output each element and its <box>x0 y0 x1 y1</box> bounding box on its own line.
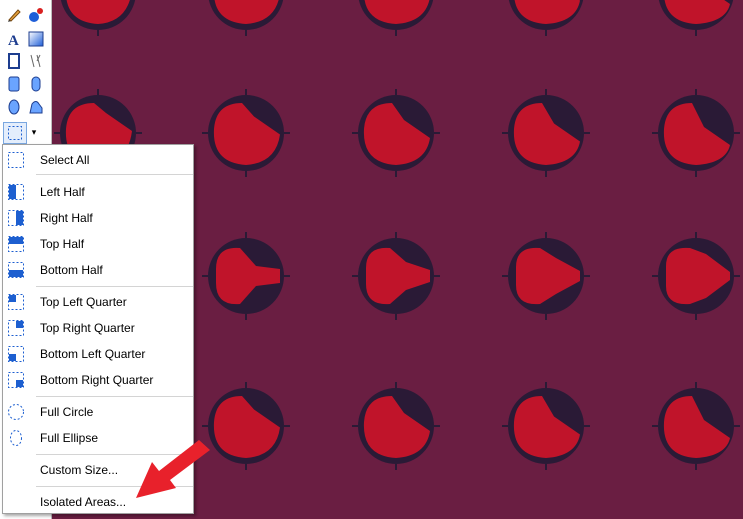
left-half-icon <box>8 184 24 200</box>
menu-item-bottom-right-quarter[interactable]: Bottom Right Quarter <box>3 367 193 393</box>
menu-item-label: Left Half <box>40 185 85 199</box>
menu-separator <box>36 174 193 175</box>
rounded-rect-icon[interactable] <box>4 74 24 94</box>
menu-separator <box>36 396 193 397</box>
color-picker-icon[interactable] <box>26 5 46 25</box>
menu-item-label: Select All <box>40 153 90 167</box>
chevron-down-icon[interactable]: ▾ <box>29 124 39 140</box>
menu-item-top-right-quarter[interactable]: Top Right Quarter <box>3 315 193 341</box>
top-left-quarter-icon <box>8 294 24 310</box>
menu-item-label: Isolated Areas... <box>40 495 127 509</box>
menu-item-full-circle[interactable]: Full Circle <box>3 399 193 425</box>
menu-item-bottom-left-quarter[interactable]: Bottom Left Quarter <box>3 341 193 367</box>
rectangle-outline-icon[interactable] <box>4 51 24 71</box>
bottom-right-quarter-icon <box>8 372 24 388</box>
menu-item-label: Full Circle <box>40 405 94 419</box>
ellipse-icon[interactable] <box>4 97 24 117</box>
menu-item-select-all[interactable]: Select All <box>3 147 193 173</box>
menu-item-label: Custom Size... <box>40 463 119 477</box>
freeform-shape-icon[interactable] <box>26 97 46 117</box>
line-icon[interactable] <box>26 51 46 71</box>
menu-item-label: Right Half <box>40 211 93 225</box>
gradient-icon[interactable] <box>26 29 46 49</box>
capsule-icon[interactable] <box>26 74 46 94</box>
menu-item-label: Bottom Right Quarter <box>40 373 154 387</box>
menu-item-label: Bottom Half <box>40 263 103 277</box>
top-right-quarter-icon <box>8 320 24 336</box>
menu-item-left-half[interactable]: Left Half <box>3 179 193 205</box>
menu-item-label: Top Half <box>40 237 85 251</box>
rect-select-icon[interactable] <box>3 122 27 144</box>
select-all-icon <box>8 152 24 168</box>
full-circle-icon <box>8 404 24 420</box>
menu-item-label: Full Ellipse <box>40 431 99 445</box>
menu-item-top-left-quarter[interactable]: Top Left Quarter <box>3 289 193 315</box>
menu-item-label: Top Right Quarter <box>40 321 135 335</box>
text-icon[interactable]: A <box>4 29 24 49</box>
svg-text:A: A <box>8 33 19 47</box>
menu-item-top-half[interactable]: Top Half <box>3 231 193 257</box>
menu-separator <box>36 286 193 287</box>
right-half-icon <box>8 210 24 226</box>
menu-item-label: Bottom Left Quarter <box>40 347 146 361</box>
bottom-left-quarter-icon <box>8 346 24 362</box>
top-half-icon <box>8 236 24 252</box>
menu-item-bottom-half[interactable]: Bottom Half <box>3 257 193 283</box>
red-arrow-annotation <box>136 440 210 498</box>
pencil-icon[interactable] <box>4 5 24 25</box>
bottom-half-icon <box>8 262 24 278</box>
full-ellipse-icon <box>10 430 22 446</box>
menu-item-right-half[interactable]: Right Half <box>3 205 193 231</box>
menu-item-label: Top Left Quarter <box>40 295 127 309</box>
